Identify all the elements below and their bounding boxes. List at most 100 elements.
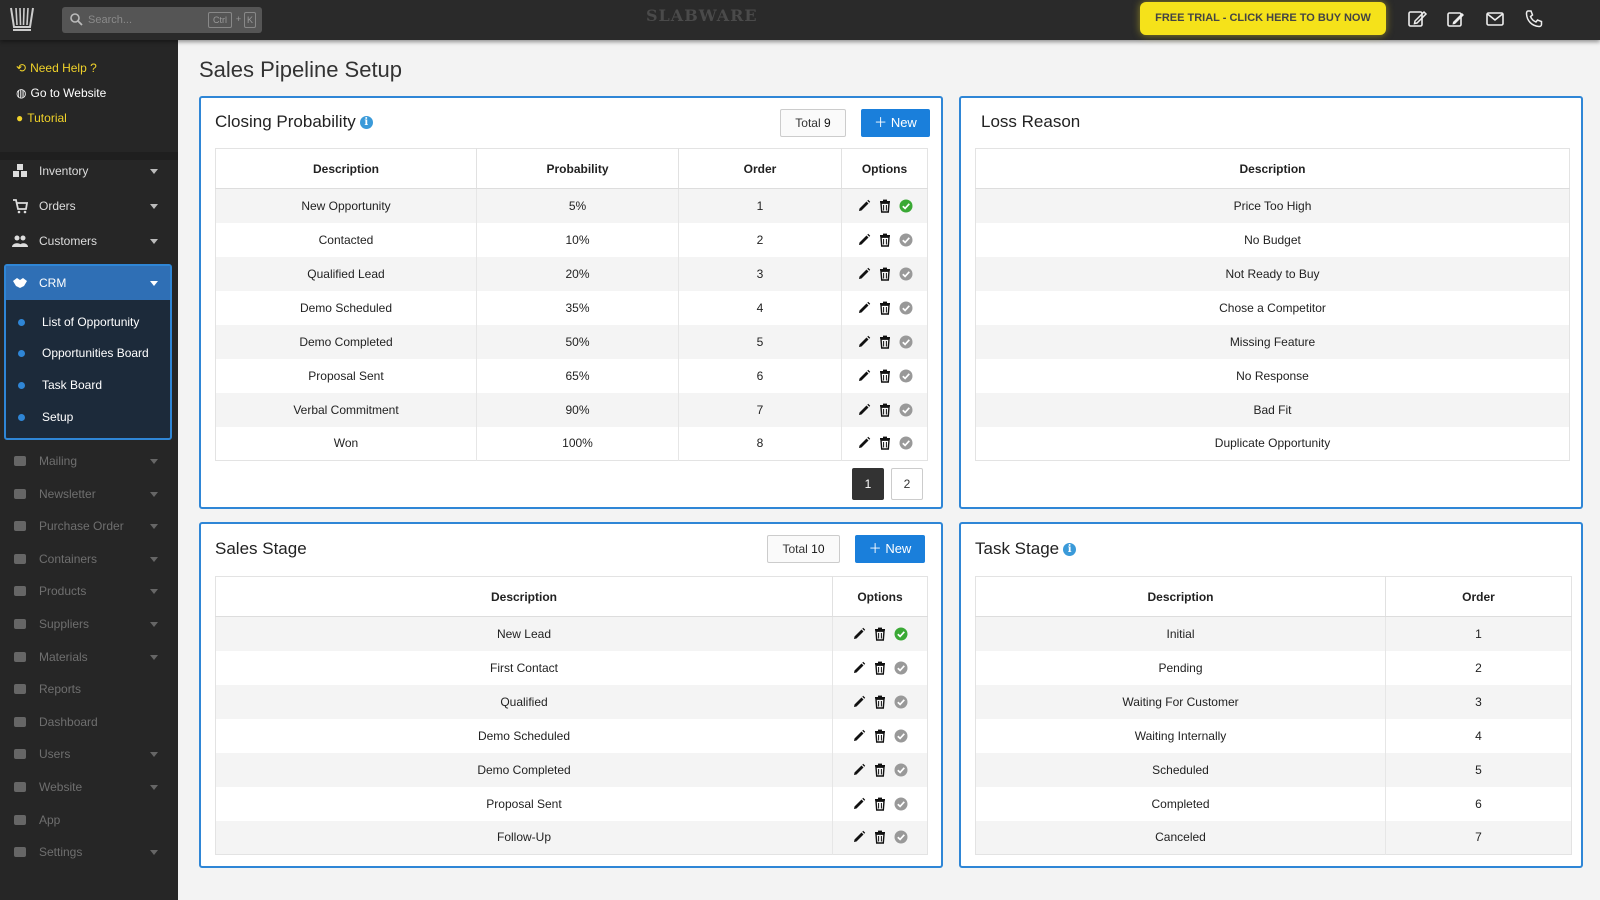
check-circle-icon[interactable] [894,729,908,743]
table-row[interactable]: Duplicate Opportunity [975,426,1570,461]
search-box[interactable]: Ctrl + K [62,7,262,33]
pencil-icon[interactable] [852,627,866,641]
check-circle-icon[interactable] [899,403,913,417]
check-circle-icon[interactable] [894,763,908,777]
sidebar-item-containers[interactable]: Containers [0,542,178,576]
trash-icon[interactable] [878,301,892,315]
sidebar-item-crm[interactable]: CRM [6,266,170,300]
need-help-link[interactable]: ⟲ Need Help ? [16,61,97,75]
edit-icon[interactable] [1445,8,1467,30]
trash-icon[interactable] [873,830,887,844]
pencil-icon[interactable] [857,436,871,450]
table-row[interactable]: Follow-Up [215,820,928,855]
pencil-icon[interactable] [857,369,871,383]
pencil-icon[interactable] [857,199,871,213]
sidebar-item-purchase-order[interactable]: Purchase Order [0,509,178,543]
pencil-icon[interactable] [852,695,866,709]
new-sales-stage-button[interactable]: ＋ New [855,535,925,563]
trash-icon[interactable] [878,199,892,213]
table-row[interactable]: Bad Fit [975,392,1570,427]
column-header-description[interactable]: Description [215,576,833,617]
table-row[interactable]: Verbal Commitment 90% 7 [215,392,928,427]
search-input[interactable] [88,11,188,29]
sidebar-item-inventory[interactable]: Inventory [0,154,178,188]
table-row[interactable]: Demo Completed [215,752,928,787]
table-row[interactable]: No Response [975,358,1570,393]
trash-icon[interactable] [878,403,892,417]
check-circle-icon[interactable] [899,436,913,450]
table-row[interactable]: Contacted 10% 2 [215,222,928,257]
sidebar-item-orders[interactable]: Orders [0,189,178,223]
sidebar-item-settings[interactable]: Settings [0,835,178,869]
check-circle-icon[interactable] [894,627,908,641]
sidebar-item-app[interactable]: App [0,803,178,837]
trash-icon[interactable] [878,436,892,450]
check-circle-icon[interactable] [894,661,908,675]
table-row[interactable]: Scheduled 5 [975,752,1572,787]
check-circle-icon[interactable] [899,233,913,247]
table-row[interactable]: Demo Completed 50% 5 [215,324,928,359]
pencil-icon[interactable] [852,763,866,777]
check-circle-icon[interactable] [894,830,908,844]
sidebar-item-dashboard[interactable]: Dashboard [0,705,178,739]
info-icon[interactable]: i [1063,542,1077,556]
mail-icon[interactable] [1484,8,1506,30]
sidebar-item-customers[interactable]: Customers [0,224,178,258]
trash-icon[interactable] [873,729,887,743]
table-row[interactable]: Qualified Lead 20% 3 [215,256,928,291]
trash-icon[interactable] [878,369,892,383]
table-row[interactable]: Price Too High [975,188,1570,223]
table-row[interactable]: First Contact [215,650,928,685]
check-circle-icon[interactable] [899,369,913,383]
sidebar-item-materials[interactable]: Materials [0,640,178,674]
table-row[interactable]: Demo Scheduled [215,718,928,753]
slabware-logo-icon[interactable] [8,5,36,33]
trash-icon[interactable] [873,763,887,777]
crm-subitem-setup[interactable]: Setup [6,402,170,432]
table-row[interactable]: Chose a Competitor [975,290,1570,325]
check-circle-icon[interactable] [899,199,913,213]
sidebar-item-reports[interactable]: Reports [0,672,178,706]
column-header-probability[interactable]: Probability [476,148,679,189]
column-header-description[interactable]: Description [975,148,1570,189]
trash-icon[interactable] [873,797,887,811]
trash-icon[interactable] [873,627,887,641]
trash-icon[interactable] [873,695,887,709]
pencil-icon[interactable] [852,797,866,811]
pencil-icon[interactable] [857,403,871,417]
sidebar-item-suppliers[interactable]: Suppliers [0,607,178,641]
table-row[interactable]: Proposal Sent [215,786,928,821]
check-circle-icon[interactable] [894,797,908,811]
sidebar-item-mailing[interactable]: Mailing [0,444,178,478]
table-row[interactable]: Initial 1 [975,616,1572,651]
trash-icon[interactable] [878,233,892,247]
column-header-description[interactable]: Description [975,576,1386,617]
check-circle-icon[interactable] [899,301,913,315]
table-row[interactable]: Completed 6 [975,786,1572,821]
pencil-icon[interactable] [857,267,871,281]
free-trial-button[interactable]: FREE TRIAL - CLICK HERE TO BUY NOW [1140,2,1386,35]
table-row[interactable]: Not Ready to Buy [975,256,1570,291]
pencil-icon[interactable] [852,661,866,675]
check-circle-icon[interactable] [899,267,913,281]
pencil-icon[interactable] [857,301,871,315]
table-row[interactable]: Pending 2 [975,650,1572,685]
check-circle-icon[interactable] [899,335,913,349]
check-circle-icon[interactable] [894,695,908,709]
info-icon[interactable]: i [359,115,373,129]
pencil-icon[interactable] [857,335,871,349]
tutorial-link[interactable]: ● Tutorial [16,111,67,125]
table-row[interactable]: New Lead [215,616,928,651]
table-row[interactable]: Demo Scheduled 35% 4 [215,290,928,325]
notes-icon[interactable] [1406,8,1428,30]
trash-icon[interactable] [878,335,892,349]
phone-icon[interactable] [1523,8,1545,30]
crm-subitem-opportunities-board[interactable]: Opportunities Board [6,338,170,368]
column-header-order[interactable]: Order [1385,576,1572,617]
table-row[interactable]: Waiting Internally 4 [975,718,1572,753]
pencil-icon[interactable] [852,729,866,743]
trash-icon[interactable] [878,267,892,281]
table-row[interactable]: Waiting For Customer 3 [975,684,1572,719]
table-row[interactable]: Proposal Sent 65% 6 [215,358,928,393]
new-closing-probability-button[interactable]: ＋ New [861,109,930,137]
